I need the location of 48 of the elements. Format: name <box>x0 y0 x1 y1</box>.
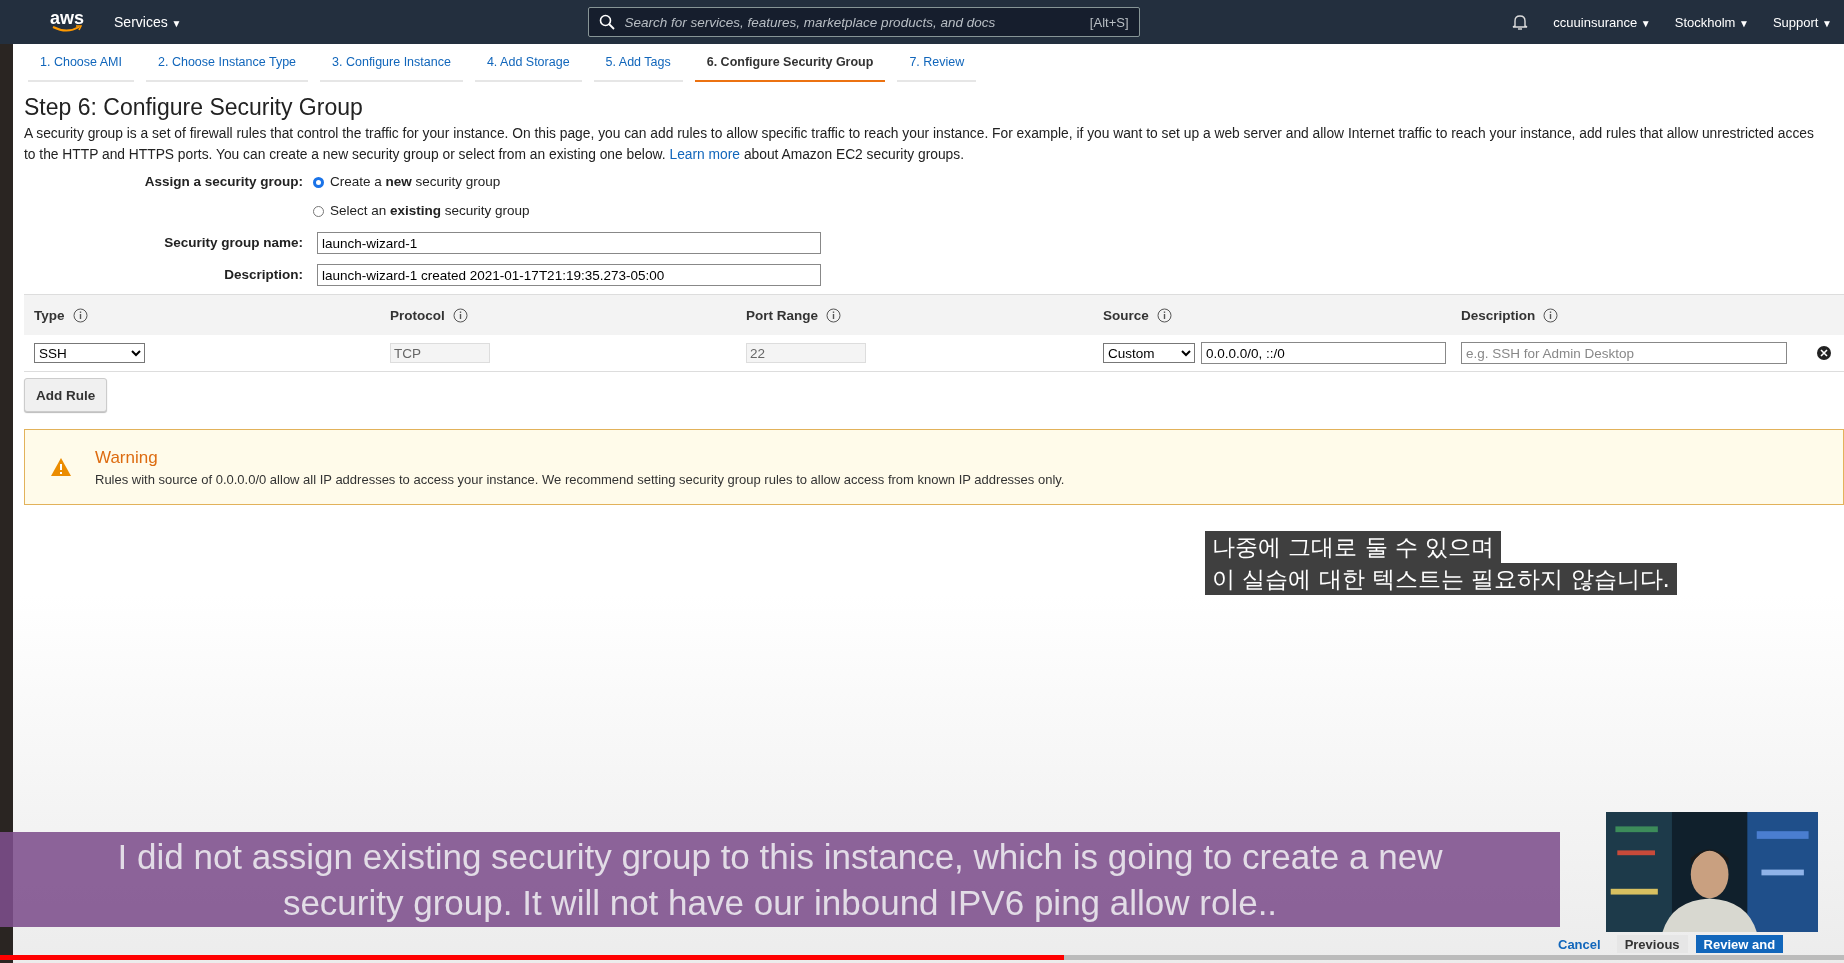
support-menu[interactable]: Support ▼ <box>1772 14 1832 30</box>
radio-button[interactable] <box>313 176 324 188</box>
port-range-field: 22 <box>746 343 866 363</box>
previous-button[interactable]: Previous <box>1616 935 1688 953</box>
services-menu[interactable]: Services ▼ <box>114 14 182 30</box>
info-icon[interactable] <box>72 307 88 323</box>
cidr-field[interactable]: 0.0.0.0/0, ::/0 <box>1201 342 1446 364</box>
warning-icon <box>50 457 72 477</box>
text-field[interactable]: launch-wizard-1 created 2021-01-17T21:19:35.273-05:00 <box>317 264 821 286</box>
protocol-field: TCP <box>390 343 490 363</box>
remove-icon[interactable] <box>1817 346 1831 360</box>
page-heading: Step 6: Configure Security Group <box>24 94 364 121</box>
region-menu[interactable]: Stockholm ▼ <box>1674 14 1749 30</box>
radio-button[interactable] <box>313 205 324 217</box>
column-header: Type <box>34 307 65 323</box>
bell-icon[interactable] <box>1511 13 1530 31</box>
column-header: Source <box>1103 307 1149 323</box>
warning-message: Rules with source of 0.0.0.0/0 allow all IP addresses to access your instance. We recommend setting security group rules to allow access from known IP addresses only. <box>95 471 1065 487</box>
field-label: Security group name: <box>163 234 303 252</box>
text-field[interactable]: launch-wizard-1 <box>317 232 821 254</box>
search-bar[interactable]: Search for services, features, marketplace products, and docs [Alt+S] <box>587 7 1140 37</box>
column-header: Description <box>1461 307 1536 323</box>
assign-label: Assign a security group: <box>143 173 303 191</box>
field-label: Description: <box>223 266 303 284</box>
source-dropdown[interactable]: Custom <box>1103 343 1195 363</box>
column-header: Port Range <box>746 307 818 323</box>
type-dropdown[interactable]: SSH <box>34 343 145 363</box>
add-rule-button[interactable]: Add Rule <box>24 378 108 412</box>
smile-arrow-icon <box>52 25 82 33</box>
radio-label: Create a new security group <box>330 173 501 191</box>
info-icon[interactable] <box>826 307 841 323</box>
account-menu[interactable]: ccuuinsurance ▼ <box>1553 14 1651 30</box>
learn-more-link[interactable]: Learn more <box>669 147 741 162</box>
review-and-launch-button[interactable]: Review and <box>1695 935 1784 953</box>
search-input[interactable]: Search for services, features, marketplace products, and docs <box>622 13 1082 31</box>
radio-label: Select an existing security group <box>330 202 530 220</box>
rule-description-field[interactable]: e.g. SSH for Admin Desktop <box>1461 342 1787 364</box>
aws-logo[interactable]: aws <box>50 11 85 33</box>
info-icon[interactable] <box>1543 307 1559 323</box>
search-icon <box>598 14 615 30</box>
cancel-button[interactable]: Cancel <box>1550 935 1609 953</box>
info-icon[interactable] <box>452 307 468 323</box>
warning-title: Warning <box>95 447 159 468</box>
info-icon[interactable] <box>1156 307 1172 323</box>
intro-paragraph: A security group is a set of firewall rules that control the traffic for your instance. On this page, you can add rules to allow specific traffic to reach your instance. For example, if you want to set up a web server and allow Internet traffic to reach your instance, add rules that allow unrestricted acces to the HTTP and HTTPS ports. You can create a new security group or select from an existing one below. Learn more about Amazon EC2 security groups. <box>24 125 1815 164</box>
column-header: Protocol <box>390 307 445 323</box>
shortcut-hint: [Alt+S] <box>1089 14 1129 30</box>
video-caption: I did not assign existing security group to this instance, which is going to create a new security group. It will not have our inbound IPV6 ping allow role.. <box>0 832 1560 927</box>
